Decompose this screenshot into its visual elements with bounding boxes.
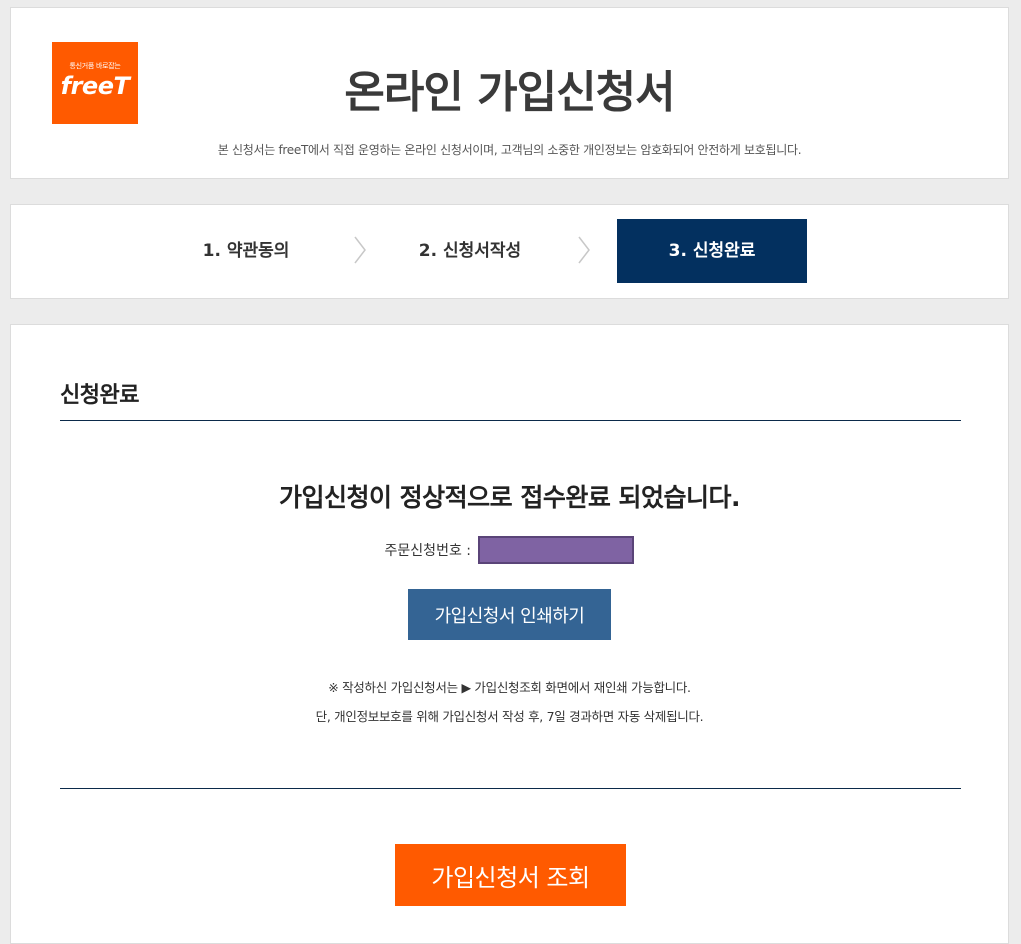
divider xyxy=(60,420,961,421)
step-indicator: 1. 약관동의 2. 신청서작성 3. 신청완료 xyxy=(10,204,1009,299)
print-application-button[interactable]: 가입신청서 인쇄하기 xyxy=(408,589,611,640)
divider xyxy=(60,788,961,789)
chevron-right-icon xyxy=(578,236,590,264)
header-panel: 통신거품 바로잡는 freeT 온라인 가입신청서 본 신청서는 freeT에서… xyxy=(10,7,1009,179)
page-title: 온라인 가입신청서 xyxy=(344,67,675,118)
step-application-form: 2. 신청서작성 xyxy=(418,241,522,261)
auto-delete-note: 단, 개인정보보호를 위해 가입신청서 작성 후, 7일 경과하면 자동 삭제됩… xyxy=(315,709,704,724)
page-subtitle: 본 신청서는 freeT에서 직접 운영하는 온라인 신청서이며, 고객님의 소… xyxy=(217,143,802,157)
step-terms-agreement: 1. 약관동의 xyxy=(202,241,290,261)
order-number-row: 주문신청번호 : xyxy=(11,536,1008,564)
reprint-note: ※ 작성하신 가입신청서는 ▶ 가입신청조회 화면에서 재인쇄 가능합니다. xyxy=(328,680,691,695)
order-number-label: 주문신청번호 : xyxy=(384,543,471,559)
completion-panel: 신청완료 가입신청이 정상적으로 접수완료 되었습니다. 주문신청번호 : 가입… xyxy=(10,324,1009,944)
application-lookup-button[interactable]: 가입신청서 조회 xyxy=(395,844,626,906)
order-number-redacted xyxy=(478,536,635,564)
step-application-complete: 3. 신청완료 xyxy=(617,219,807,283)
completion-message: 가입신청이 정상적으로 접수완료 되었습니다. xyxy=(278,483,741,512)
chevron-right-icon xyxy=(354,236,366,264)
section-title: 신청완료 xyxy=(60,383,139,408)
